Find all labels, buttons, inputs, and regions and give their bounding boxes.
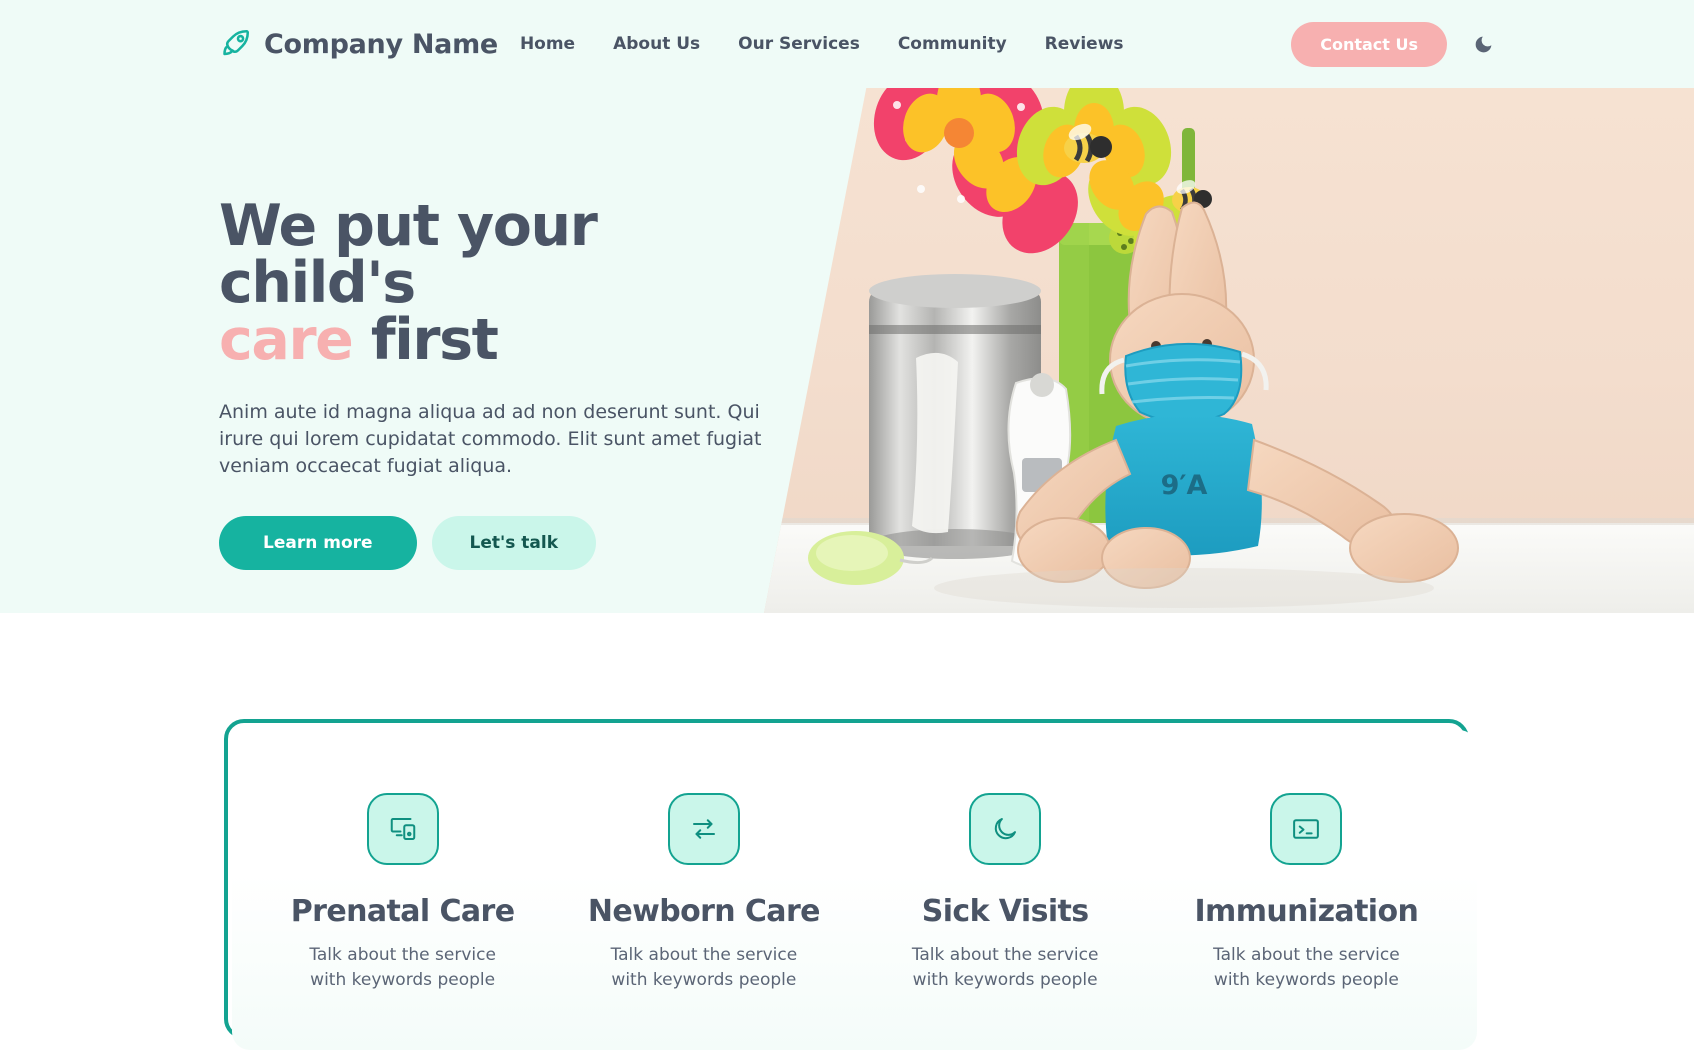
nav-link-our-services[interactable]: Our Services — [738, 34, 860, 54]
hero-title-line1: We put your child's — [219, 193, 598, 316]
svg-text:9′A: 9′A — [1161, 470, 1208, 501]
feature-description: Talk about the service with keywords peo… — [610, 945, 798, 990]
navbar-actions: Contact Us — [1291, 21, 1494, 67]
nav-link-community[interactable]: Community — [898, 34, 1007, 54]
primary-navigation: Home About Us Our Services Community Rev… — [520, 34, 1124, 54]
hero-photo-illustration: 9′A — [764, 88, 1694, 613]
nav-link-about-us[interactable]: About Us — [613, 34, 700, 54]
feature-card-sick-visits[interactable]: Sick Visits Talk about the service with … — [880, 793, 1130, 992]
contact-us-button[interactable]: Contact Us — [1291, 21, 1447, 67]
feature-title: Newborn Care — [587, 894, 821, 929]
swap-arrows-icon — [667, 793, 740, 865]
nav-link-home[interactable]: Home — [520, 34, 575, 54]
moon-icon — [969, 793, 1042, 865]
nav-link-reviews[interactable]: Reviews — [1045, 34, 1124, 54]
features-section: Prenatal Care Talk about the service wit… — [0, 613, 1694, 1050]
feature-title: Prenatal Care — [290, 894, 515, 929]
feature-title: Immunization — [1194, 894, 1419, 929]
feature-description: Talk about the service with keywords peo… — [911, 945, 1099, 990]
hero-section: We put your child's care first Anim aute… — [0, 88, 1694, 613]
lets-talk-button[interactable]: Let's talk — [431, 515, 597, 570]
feature-description: Talk about the service with keywords peo… — [1213, 945, 1400, 990]
hero-title-tail: first — [352, 307, 499, 373]
rocket-icon — [219, 27, 253, 61]
hero-actions: Learn more Let's talk — [219, 515, 799, 570]
hero-title: We put your child's care first — [219, 198, 799, 369]
terminal-icon — [1270, 793, 1343, 865]
feature-title: Sick Visits — [921, 894, 1089, 929]
devices-icon — [366, 793, 439, 865]
features-card: Prenatal Care Talk about the service wit… — [232, 730, 1477, 1050]
feature-card-prenatal-care[interactable]: Prenatal Care Talk about the service wit… — [278, 793, 528, 992]
feature-description: Talk about the service with keywords peo… — [309, 945, 496, 990]
hero-title-accent: care — [219, 307, 354, 373]
hero-copy: We put your child's care first Anim aute… — [219, 198, 799, 570]
feature-card-newborn-care[interactable]: Newborn Care Talk about the service with… — [579, 793, 829, 992]
moon-icon[interactable] — [1473, 34, 1494, 55]
brand-logo[interactable]: Company Name — [219, 27, 498, 61]
brand-name: Company Name — [264, 28, 498, 60]
feature-card-immunization[interactable]: Immunization Talk about the service with… — [1181, 793, 1431, 992]
hero-image: 9′A — [764, 88, 1694, 613]
hero-paragraph: Anim aute id magna aliqua ad ad non dese… — [219, 401, 762, 477]
site-navbar: Company Name Home About Us Our Services … — [0, 0, 1694, 88]
learn-more-button[interactable]: Learn more — [219, 515, 417, 570]
